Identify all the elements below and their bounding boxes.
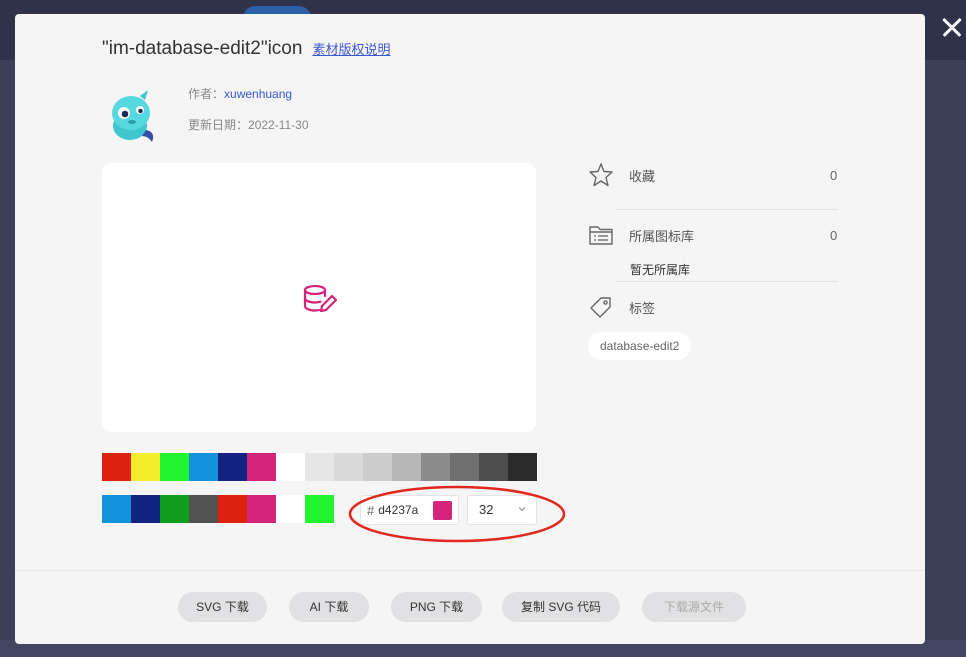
png-download-button[interactable]: PNG 下载: [391, 592, 482, 622]
favorite-count: 0: [830, 167, 838, 183]
color-swatch[interactable]: [218, 453, 247, 481]
author-label: 作者：: [188, 87, 225, 101]
star-icon: [589, 163, 613, 187]
color-swatch[interactable]: [305, 495, 334, 523]
color-swatch[interactable]: [189, 453, 218, 481]
tags-label: 标签: [629, 300, 656, 316]
color-swatch[interactable]: [160, 453, 189, 481]
favorite-row[interactable]: 收藏 0: [587, 161, 837, 189]
icon-title: "im-database-edit2"icon: [102, 38, 303, 59]
close-icon[interactable]: [936, 12, 966, 42]
color-swatch[interactable]: [508, 453, 537, 481]
hex-color-input[interactable]: # d4237a: [360, 495, 459, 525]
icon-detail-modal: "im-database-edit2"icon 素材版权说明 作者：xuwenh…: [15, 14, 925, 644]
update-date-line: 更新日期：2022-11-30: [188, 116, 309, 133]
color-swatch[interactable]: [247, 495, 276, 523]
size-select[interactable]: 32: [467, 495, 537, 525]
chevron-down-icon: [518, 507, 526, 512]
library-count: 0: [830, 227, 838, 243]
color-swatch[interactable]: [363, 453, 392, 481]
color-swatch[interactable]: [450, 453, 479, 481]
color-swatch[interactable]: [131, 495, 160, 523]
folder-list-icon: [589, 226, 613, 245]
no-library-text: 暂无所属库: [630, 263, 691, 277]
author-line: 作者：xuwenhuang: [188, 85, 292, 102]
tag-chip[interactable]: database-edit2: [588, 332, 692, 360]
download-source-button[interactable]: 下载源文件: [642, 592, 746, 622]
size-value: 32: [479, 502, 494, 517]
svg-download-button[interactable]: SVG 下载: [178, 592, 267, 622]
color-swatch[interactable]: [131, 453, 160, 481]
color-palette-row-1: [102, 453, 537, 481]
title-row: "im-database-edit2"icon 素材版权说明: [102, 38, 390, 60]
date-label: 更新日期：: [188, 118, 249, 132]
hash-symbol: #: [367, 502, 375, 518]
license-link[interactable]: 素材版权说明: [312, 39, 390, 58]
favorite-label: 收藏: [629, 168, 656, 184]
color-swatch[interactable]: [102, 495, 131, 523]
color-swatch[interactable]: [392, 453, 421, 481]
library-row[interactable]: 所属图标库 0: [587, 221, 837, 249]
author-name-link[interactable]: xuwenhuang: [224, 87, 292, 101]
divider: [615, 209, 838, 210]
color-swatch[interactable]: [276, 453, 305, 481]
database-edit-icon: [303, 284, 337, 313]
hex-color-value: d4237a: [378, 503, 419, 517]
ai-download-button[interactable]: AI 下载: [289, 592, 369, 622]
color-palette-row-2: [102, 495, 334, 523]
library-label: 所属图标库: [629, 228, 695, 244]
author-avatar[interactable]: [104, 86, 160, 146]
color-swatch[interactable]: [479, 453, 508, 481]
color-preview-chip[interactable]: [433, 501, 452, 520]
copy-svg-code-button[interactable]: 复制 SVG 代码: [502, 592, 620, 622]
tags-row: 标签: [587, 293, 655, 321]
color-swatch[interactable]: [218, 495, 247, 523]
divider: [615, 281, 838, 282]
color-swatch[interactable]: [160, 495, 189, 523]
color-swatch[interactable]: [421, 453, 450, 481]
icon-preview-panel: [102, 163, 536, 432]
tag-icon: [590, 297, 611, 318]
color-swatch[interactable]: [189, 495, 218, 523]
date-value: 2022-11-30: [248, 118, 309, 132]
color-swatch[interactable]: [334, 453, 363, 481]
footer-divider: [15, 570, 925, 571]
color-swatch[interactable]: [247, 453, 276, 481]
color-swatch[interactable]: [102, 453, 131, 481]
color-swatch[interactable]: [276, 495, 305, 523]
color-swatch[interactable]: [305, 453, 334, 481]
